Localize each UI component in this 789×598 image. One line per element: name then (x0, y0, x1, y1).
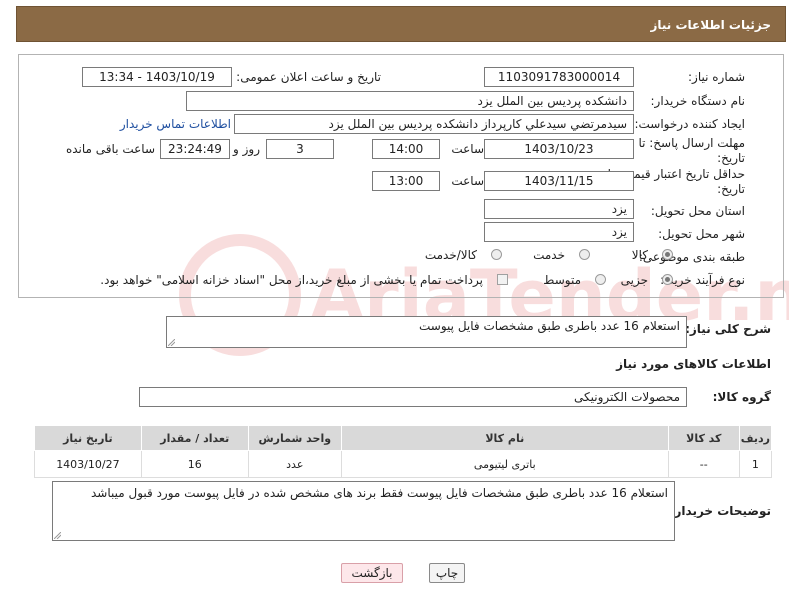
back-button[interactable]: بازگشت (341, 563, 403, 583)
city-label: شهر محل تحویل: (658, 227, 745, 241)
price-time-label: ساعت (451, 174, 484, 188)
remaining-time-field: 23:24:49 (160, 139, 230, 159)
province-label: استان محل تحویل: (650, 204, 745, 218)
category-service-label: خدمت (533, 248, 565, 262)
reply-date-field: 1403/10/23 (484, 139, 634, 159)
treasury-payment-note: پرداخت تمام یا بخشی از مبلغ خرید،از محل … (100, 273, 483, 287)
category-goods-service-radio[interactable] (491, 249, 502, 260)
price-deadline-date-label: تاریخ: (717, 182, 745, 196)
reply-time-field: 14:00 (372, 139, 440, 159)
contact-buyer-link[interactable]: اطلاعات تماس خریدار (120, 117, 231, 131)
buyer-org-label: نام دستگاه خریدار: (650, 94, 746, 108)
col-date: تاریخ نیاز (34, 425, 142, 451)
description-textarea: استعلام 16 عدد باطری طبق مشخصات فایل پیو… (166, 316, 687, 348)
category-goods-label: کالا (631, 248, 648, 262)
cell-unit: عدد (247, 450, 342, 478)
announce-field: 1403/10/19 - 13:34 (82, 67, 232, 87)
need-number-label: شماره نیاز: (688, 70, 745, 84)
print-button[interactable]: چاپ (429, 563, 465, 583)
buyer-org-field: دانشکده پردیس بین الملل یزد (186, 91, 634, 111)
category-service-radio[interactable] (579, 249, 590, 260)
announce-label: تاریخ و ساعت اعلان عمومی: (236, 70, 381, 84)
resize-grip-icon[interactable] (168, 339, 175, 346)
process-medium-radio[interactable] (595, 274, 606, 285)
creator-label: ایجاد کننده درخواست: (634, 117, 745, 131)
price-time-field: 13:00 (372, 171, 440, 191)
process-minor-label: جزیی (620, 273, 648, 287)
cell-name: باتری لیتیومی (340, 450, 669, 478)
days-field: 3 (266, 139, 334, 159)
goods-group-label: گروه کالا: (712, 390, 771, 404)
reply-deadline-date-label: تاریخ: (717, 151, 745, 165)
treasury-payment-checkbox[interactable] (497, 274, 508, 285)
process-medium-label: متوسط (543, 273, 581, 287)
creator-field: سیدمرتضي سيدعلي کارپرداز دانشکده پردیس ب… (234, 114, 634, 134)
price-date-field: 1403/11/15 (484, 171, 634, 191)
need-number-field: 1103091783000014 (484, 67, 634, 87)
city-field: یزد (484, 222, 634, 242)
goods-section-title: اطلاعات کالاهای مورد نیاز (616, 357, 771, 371)
description-label: شرح کلی نیاز: (685, 322, 771, 336)
reply-deadline-label: مهلت ارسال پاسخ: تا (638, 136, 745, 150)
cell-qty: 16 (140, 450, 249, 478)
buyer-notes-label: توضیحات خریدار: (669, 504, 771, 518)
process-minor-radio[interactable] (662, 274, 673, 285)
category-goods-service-label: کالا/خدمت (424, 248, 477, 262)
cell-row: 1 (738, 450, 773, 478)
days-label: روز و (233, 142, 260, 156)
col-row: ردیف (738, 425, 773, 451)
category-label: طبقه بندی موضوعی: (638, 250, 745, 264)
col-code: کد کالا (667, 425, 740, 451)
resize-grip-icon[interactable] (54, 532, 61, 539)
goods-table-header: ردیف کد کالا نام کالا واحد شمارش تعداد /… (34, 425, 773, 451)
col-unit: واحد شمارش (247, 425, 342, 451)
page-header: جزئیات اطلاعات نیاز (16, 6, 786, 42)
remaining-label: ساعت باقی مانده (65, 142, 155, 156)
col-qty: تعداد / مقدار (140, 425, 249, 451)
goods-group-field: محصولات الکترونیکی (139, 387, 687, 407)
table-row: 1 -- باتری لیتیومی عدد 16 1403/10/27 (34, 450, 773, 478)
goods-table: ردیف کد کالا نام کالا واحد شمارش تعداد /… (34, 425, 773, 478)
buyer-notes-textarea: استعلام 16 عدد باطری طبق مشخصات فایل پیو… (52, 481, 675, 541)
province-field: یزد (484, 199, 634, 219)
cell-date: 1403/10/27 (34, 450, 142, 478)
reply-time-label: ساعت (451, 142, 484, 156)
cell-code: -- (667, 450, 740, 478)
col-name: نام کالا (340, 425, 669, 451)
category-goods-radio[interactable] (662, 249, 673, 260)
